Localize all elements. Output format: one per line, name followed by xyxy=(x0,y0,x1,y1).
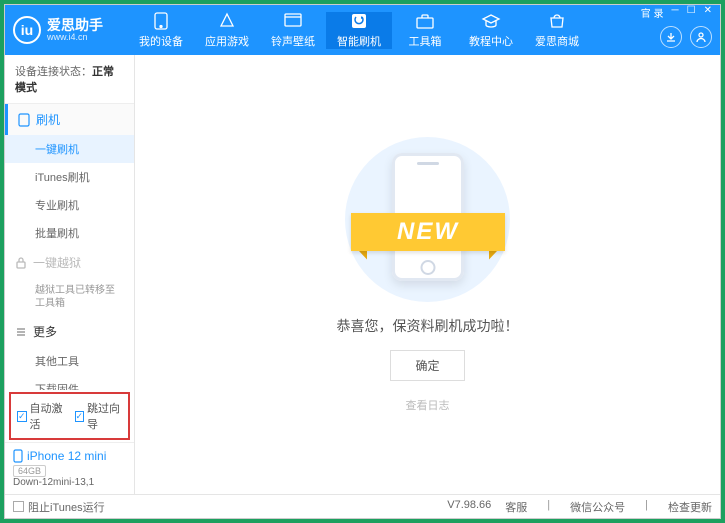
more-icon xyxy=(15,326,27,338)
checkbox-skip-guide[interactable]: ✓跳过向导 xyxy=(75,400,123,432)
window-minimize-icon[interactable]: ─ xyxy=(672,5,679,20)
user-button[interactable] xyxy=(690,26,712,48)
wallpaper-icon xyxy=(283,12,303,30)
device-firmware: Down-12mini-13,1 xyxy=(13,477,126,488)
sidebar: 设备连接状态：正常模式 刷机 一键刷机 iTunes刷机 专业刷机 批量刷机 一… xyxy=(5,55,135,494)
device-icon xyxy=(13,449,23,463)
nav-ringtones[interactable]: 铃声壁纸 xyxy=(260,12,326,49)
lock-icon xyxy=(15,257,27,269)
checkbox-auto-activate[interactable]: ✓自动激活 xyxy=(17,400,65,432)
download-button[interactable] xyxy=(660,26,682,48)
nav-my-device[interactable]: 我的设备 xyxy=(128,12,194,49)
main-panel: NEW 恭喜您，保资料刷机成功啦！ 确定 查看日志 xyxy=(135,55,720,494)
footer: 阻止iTunes运行 V7.98.66 客服 | 微信公众号 | 检查更新 xyxy=(5,494,720,518)
sidebar-section-more[interactable]: 更多 xyxy=(5,316,134,347)
device-capacity: 64GB xyxy=(13,465,46,477)
device-status: 设备连接状态：正常模式 xyxy=(5,55,134,104)
sidebar-item-other-tools[interactable]: 其他工具 xyxy=(5,347,134,375)
checkbox-group-highlighted: ✓自动激活 ✓跳过向导 xyxy=(9,392,130,440)
sidebar-item-download-firmware[interactable]: 下载固件 xyxy=(5,375,134,390)
block-itunes-label: 阻止iTunes运行 xyxy=(28,499,105,515)
check-update-link[interactable]: 检查更新 xyxy=(668,499,712,515)
wechat-link[interactable]: 微信公众号 xyxy=(570,499,625,515)
check-icon: ✓ xyxy=(17,411,27,422)
brand-name: 爱思助手 xyxy=(47,18,103,32)
sidebar-item-itunes-flash[interactable]: iTunes刷机 xyxy=(5,163,134,191)
customer-service-link[interactable]: 客服 xyxy=(505,499,527,515)
confirm-button[interactable]: 确定 xyxy=(390,350,464,381)
toolbox-icon xyxy=(415,12,435,30)
flash-icon xyxy=(349,12,369,30)
check-icon: ✓ xyxy=(75,411,85,422)
success-message: 恭喜您，保资料刷机成功啦！ xyxy=(337,316,519,336)
apps-icon xyxy=(217,12,237,30)
view-log-link[interactable]: 查看日志 xyxy=(406,397,450,413)
sidebar-item-oneclick-flash[interactable]: 一键刷机 xyxy=(5,135,134,163)
sidebar-item-batch-flash[interactable]: 批量刷机 xyxy=(5,219,134,247)
app-window: iu 爱思助手 www.i4.cn 我的设备 应用游戏 铃声壁纸 智能刷机 工具… xyxy=(4,4,721,519)
phone-icon xyxy=(151,12,171,30)
nav-tutorials[interactable]: 教程中心 xyxy=(458,12,524,49)
brand-url: www.i4.cn xyxy=(47,32,103,42)
jailbreak-note: 越狱工具已转移至工具箱 xyxy=(5,278,134,316)
store-icon xyxy=(547,12,567,30)
version-label: V7.98.66 xyxy=(447,499,491,515)
nav-toolbox[interactable]: 工具箱 xyxy=(392,12,458,49)
checkbox-block-itunes[interactable] xyxy=(13,501,24,512)
sidebar-section-jailbreak: 一键越狱 xyxy=(5,247,134,278)
nav-smart-flash[interactable]: 智能刷机 xyxy=(326,12,392,49)
sidebar-item-pro-flash[interactable]: 专业刷机 xyxy=(5,191,134,219)
phone-flash-icon xyxy=(18,113,30,127)
logo-icon: iu xyxy=(13,16,41,44)
success-illustration: NEW xyxy=(345,137,510,302)
titlebar: iu 爱思助手 www.i4.cn 我的设备 应用游戏 铃声壁纸 智能刷机 工具… xyxy=(5,5,720,55)
device-panel[interactable]: iPhone 12 mini 64GB Down-12mini-13,1 xyxy=(5,442,134,494)
new-banner: NEW xyxy=(351,213,505,251)
graduation-icon xyxy=(481,12,501,30)
window-close-icon[interactable]: ✕ xyxy=(704,5,712,20)
nav-store[interactable]: 爱思商城 xyxy=(524,12,590,49)
brand: iu 爱思助手 www.i4.cn xyxy=(13,16,128,44)
nav-apps-games[interactable]: 应用游戏 xyxy=(194,12,260,49)
sidebar-section-flash[interactable]: 刷机 xyxy=(5,104,134,135)
catalog-link[interactable]: 官 录 xyxy=(641,5,664,20)
main-nav: 我的设备 应用游戏 铃声壁纸 智能刷机 工具箱 教程中心 爱思商城 xyxy=(128,12,641,49)
device-name-row: iPhone 12 mini xyxy=(13,449,126,463)
window-controls: 官 录 ─ ☐ ✕ xyxy=(641,5,712,55)
window-maximize-icon[interactable]: ☐ xyxy=(687,5,696,20)
